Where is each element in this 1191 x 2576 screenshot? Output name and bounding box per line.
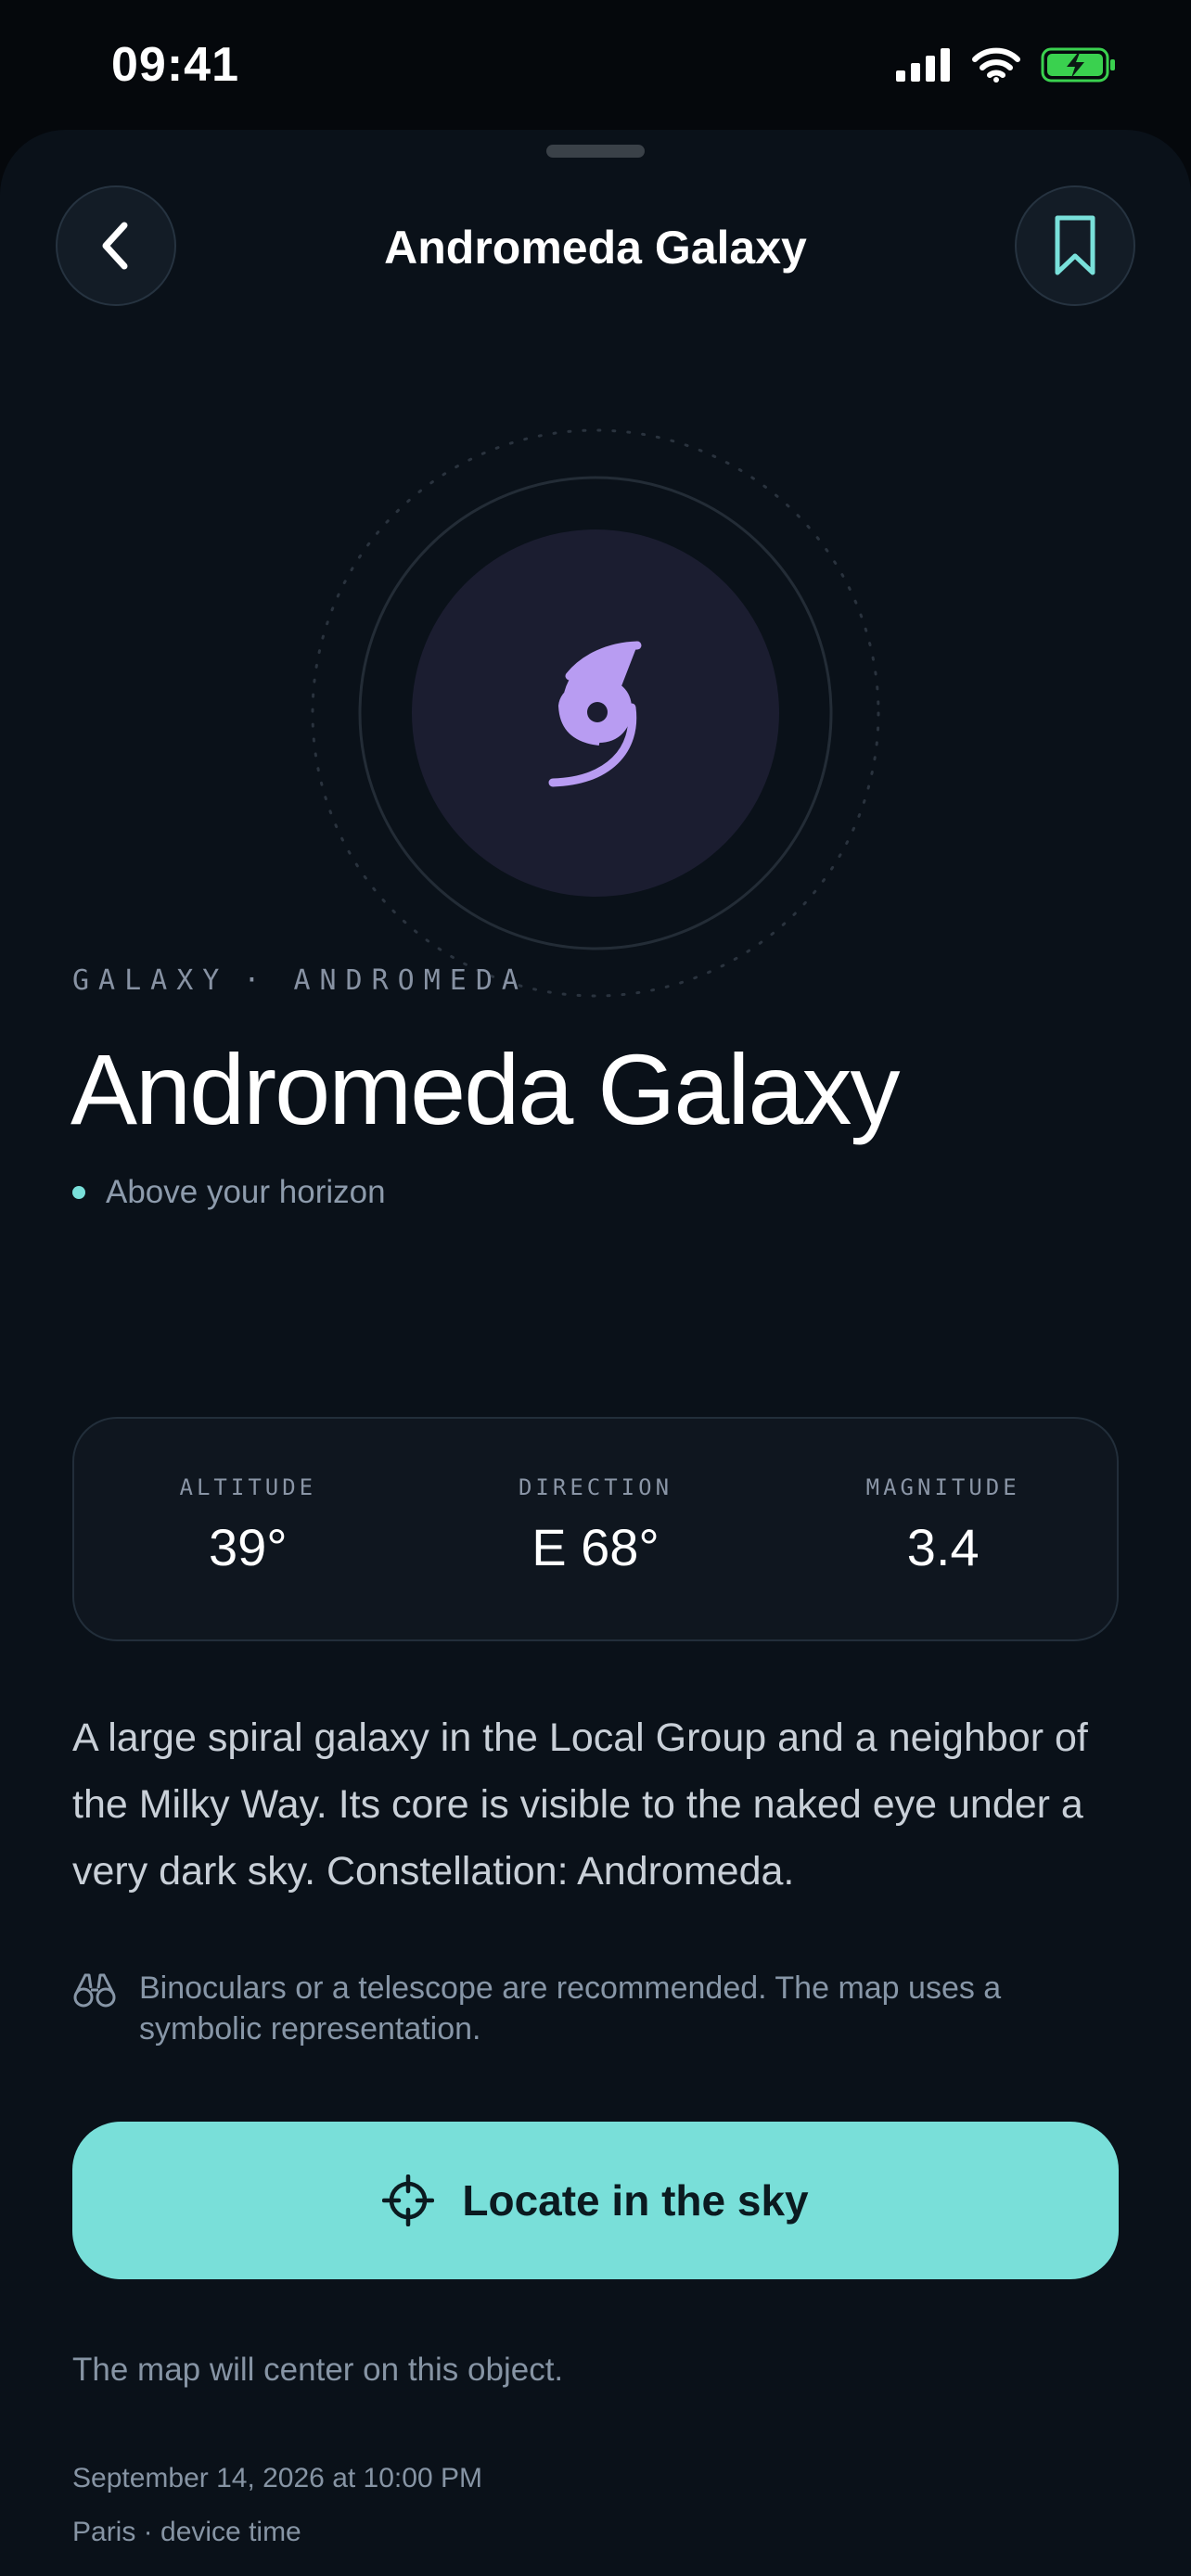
- wifi-icon: [972, 47, 1020, 83]
- stat-magnitude: MAGNITUDE 3.4: [769, 1419, 1117, 1639]
- object-constellation: ANDROMEDA: [293, 964, 528, 997]
- status-icons: [896, 46, 1117, 83]
- nav-title: Andromeda Galaxy: [384, 222, 807, 274]
- locate-hint: The map will center on this object.: [72, 2352, 564, 2388]
- stat-value: 3.4: [906, 1518, 980, 1576]
- object-description: A large spiral galaxy in the Local Group…: [72, 1715, 1088, 1894]
- object-kicker: GALAXY · ANDROMEDA: [72, 964, 528, 997]
- observation-datetime: September 14, 2026 at 10:00 PM: [72, 2463, 482, 2493]
- status-bar: 09:41: [0, 0, 1191, 130]
- stat-value: 39°: [208, 1518, 288, 1576]
- bookmark-icon: [1055, 215, 1095, 275]
- observation-location: Paris · device time: [72, 2517, 301, 2547]
- visibility-dot: [72, 1186, 85, 1199]
- note-text: Binoculars or a telescope are recommende…: [139, 1970, 1002, 2047]
- bookmark-button[interactable]: [1015, 185, 1135, 306]
- visibility-label: Above your horizon: [106, 1174, 386, 1210]
- kicker-separator: ·: [243, 964, 270, 997]
- status-time: 09:41: [111, 38, 239, 92]
- object-hero: [311, 428, 880, 998]
- object-type: GALAXY: [72, 964, 229, 997]
- stat-label: DIRECTION: [518, 1474, 673, 1500]
- cellular-signal-icon: [896, 48, 950, 82]
- binoculars-icon: [73, 1973, 116, 2008]
- stat-altitude: ALTITUDE 39°: [74, 1419, 422, 1639]
- battery-charging-icon: [1041, 47, 1115, 83]
- crosshair-icon: [382, 2174, 435, 2226]
- sheet-grabber[interactable]: [546, 145, 645, 158]
- stat-label: MAGNITUDE: [865, 1474, 1020, 1500]
- locate-button-label: Locate in the sky: [462, 2176, 809, 2225]
- stat-label: ALTITUDE: [179, 1474, 317, 1500]
- object-title: Andromeda Galaxy: [70, 1033, 900, 1145]
- visibility-status: Above your horizon: [72, 1174, 386, 1211]
- equipment-note: Binoculars or a telescope are recommende…: [72, 1968, 1121, 2049]
- stat-direction: DIRECTION E 68°: [422, 1419, 770, 1639]
- stat-value: E 68°: [531, 1518, 660, 1576]
- locate-in-sky-button[interactable]: Locate in the sky: [72, 2122, 1119, 2279]
- stats-card: ALTITUDE 39° DIRECTION E 68° MAGNITUDE 3…: [72, 1417, 1119, 1641]
